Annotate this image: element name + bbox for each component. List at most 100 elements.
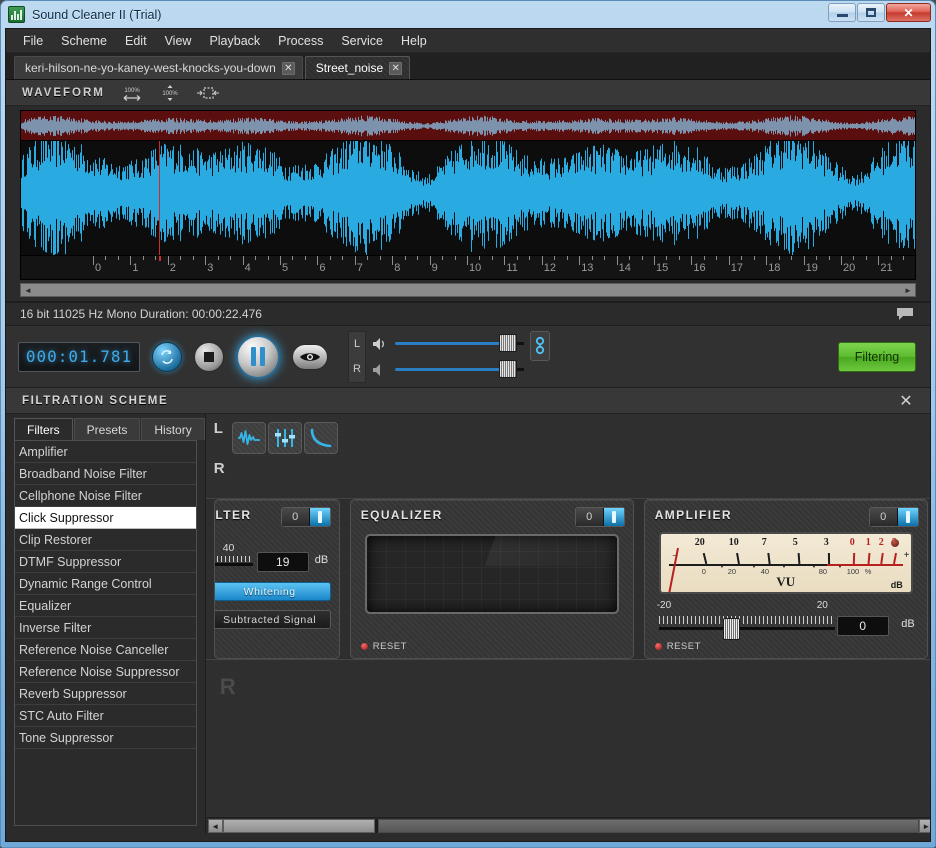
scroll-right-arrow[interactable]: ► [918, 819, 930, 833]
threshold-value-field[interactable]: 19 [256, 552, 309, 572]
vu-label: VU [776, 574, 796, 589]
list-item[interactable]: Reverb Suppressor [15, 683, 196, 705]
filtration-scheme-body: Filters Presets History Amplifier Broadb… [6, 414, 930, 834]
menu-playback[interactable]: Playback [200, 31, 269, 51]
slider-knob[interactable] [499, 334, 517, 352]
link-channels-button[interactable] [530, 330, 550, 361]
list-item-selected[interactable]: Click Suppressor [15, 507, 196, 529]
title-bar: Sound Cleaner II (Trial) ✕ [1, 1, 935, 28]
pause-button[interactable] [236, 334, 280, 379]
threshold-slider-track[interactable] [214, 563, 253, 566]
scrollbar-track[interactable] [222, 819, 919, 833]
filtering-button[interactable]: Filtering [838, 342, 916, 372]
waveform-scrollbar[interactable]: ◄ ► [20, 283, 916, 297]
noise-filter-icon[interactable] [231, 422, 266, 454]
noise-filter-module[interactable]: ILTER 0 40 19 dB Whitening Subtracted Si… [213, 499, 340, 659]
transport-bar: 000:01.781 L R Filtering [6, 326, 930, 388]
whitening-button[interactable]: Whitening [214, 582, 331, 601]
module-power-toggle[interactable]: 0 [280, 507, 331, 527]
maximize-button[interactable] [857, 3, 885, 22]
list-item[interactable]: Reference Noise Suppressor [15, 661, 196, 683]
preview-toggle-button[interactable] [292, 343, 328, 370]
list-item[interactable]: Amplifier [15, 441, 196, 463]
menu-file[interactable]: File [14, 31, 52, 51]
filtration-scheme-header: FILTRATION SCHEME ✕ [6, 388, 930, 414]
gain-value-field[interactable]: 0 [836, 616, 889, 636]
scroll-left-arrow[interactable]: ◄ [207, 819, 223, 833]
vu-plus-label: + [903, 550, 910, 561]
filter-list[interactable]: Amplifier Broadband Noise Filter Cellpho… [14, 440, 197, 826]
scroll-right-arrow[interactable]: ► [901, 286, 915, 295]
tab-close-icon[interactable]: ✕ [281, 61, 295, 75]
stop-button[interactable] [194, 341, 224, 372]
menu-process[interactable]: Process [269, 31, 332, 51]
scroll-left-arrow[interactable]: ◄ [21, 286, 35, 295]
subtracted-signal-button[interactable]: Subtracted Signal [214, 610, 331, 629]
menu-scheme[interactable]: Scheme [52, 31, 116, 51]
minimize-button[interactable] [828, 3, 856, 22]
equalizer-module[interactable]: EQUALIZER 0 RESET [349, 499, 634, 659]
list-item[interactable]: Equalizer [15, 595, 196, 617]
waveform-display[interactable]: 0 012345678910111213141516171819202122 [20, 110, 916, 280]
tab-keri-hilson[interactable]: keri-hilson-ne-yo-kaney-west-knocks-you-… [14, 56, 303, 79]
threshold-ruler[interactable] [214, 556, 253, 562]
waveform-title: WAVEFORM [22, 86, 105, 99]
list-item[interactable]: Cellphone Noise Filter [15, 485, 196, 507]
module-power-toggle[interactable]: 0 [868, 507, 919, 527]
module-power-toggle[interactable]: 0 [574, 507, 625, 527]
fit-selection-icon[interactable] [196, 83, 219, 103]
list-item[interactable]: Clip Restorer [15, 529, 196, 551]
loop-button[interactable] [152, 341, 182, 372]
vu-pct-0: 0 [701, 567, 706, 576]
close-button[interactable]: ✕ [886, 3, 931, 22]
list-item[interactable]: Broadband Noise Filter [15, 463, 196, 485]
reset-label: RESET [666, 641, 701, 652]
vu-pct-80: 80 [818, 567, 828, 576]
waveform-overview[interactable] [21, 111, 915, 141]
tab-history[interactable]: History [141, 418, 205, 440]
svg-text:100%: 100% [124, 88, 140, 94]
scheme-close-icon[interactable]: ✕ [896, 391, 916, 411]
tab-street-noise[interactable]: Street_noise ✕ [304, 56, 411, 79]
zoom-horizontal-100-icon[interactable]: 100% [121, 83, 143, 103]
reset-button[interactable]: RESET [360, 641, 407, 652]
time-counter[interactable]: 000:01.781 [18, 341, 140, 372]
amplifier-module[interactable]: AMPLIFIER 0 – 20 10 7 5 3 0 [643, 499, 928, 659]
gain-slider-track[interactable] [658, 627, 835, 630]
channel-label-R: R [213, 460, 225, 477]
list-item[interactable]: DTMF Suppressor [15, 551, 196, 573]
right-channel-area[interactable]: R [205, 659, 930, 817]
list-item[interactable]: Tone Suppressor [15, 727, 196, 749]
volume-slider-left[interactable] [395, 334, 517, 352]
reset-button[interactable]: RESET [654, 641, 701, 652]
gain-slider-knob[interactable] [722, 618, 740, 640]
menu-help[interactable]: Help [392, 31, 436, 51]
tab-filters[interactable]: Filters [14, 418, 73, 440]
list-item[interactable]: STC Auto Filter [15, 705, 196, 727]
list-item[interactable]: Dynamic Range Control [15, 573, 196, 595]
vu-pct-20: 20 [727, 567, 737, 576]
volume-controls: L R [348, 330, 550, 383]
amplifier-curve-icon[interactable] [303, 422, 338, 454]
volume-slider-right[interactable] [395, 360, 517, 378]
zoom-vertical-100-icon[interactable]: 100% [159, 83, 181, 103]
stop-icon [204, 351, 214, 362]
tab-close-icon[interactable]: ✕ [389, 61, 403, 75]
menu-edit[interactable]: Edit [116, 31, 156, 51]
equalizer-curve-display[interactable] [364, 534, 619, 614]
time-ruler[interactable]: 012345678910111213141516171819202122 [21, 255, 915, 279]
window-controls: ✕ [828, 3, 931, 22]
playhead-cursor[interactable] [159, 141, 160, 255]
comment-icon[interactable] [896, 307, 914, 325]
list-item[interactable]: Reference Noise Canceller [15, 639, 196, 661]
scrollbar-thumb[interactable] [222, 819, 375, 833]
tab-presets[interactable]: Presets [73, 418, 141, 440]
list-item[interactable]: Inverse Filter [15, 617, 196, 639]
slider-knob[interactable] [499, 360, 517, 378]
menu-service[interactable]: Service [332, 31, 392, 51]
equalizer-sliders-icon[interactable] [267, 422, 302, 454]
menu-view[interactable]: View [156, 31, 201, 51]
scrollbar-thumb-secondary[interactable] [377, 819, 919, 833]
scheme-scrollbar[interactable]: ◄ ► [205, 817, 930, 834]
waveform-main[interactable]: 0 [21, 141, 915, 255]
